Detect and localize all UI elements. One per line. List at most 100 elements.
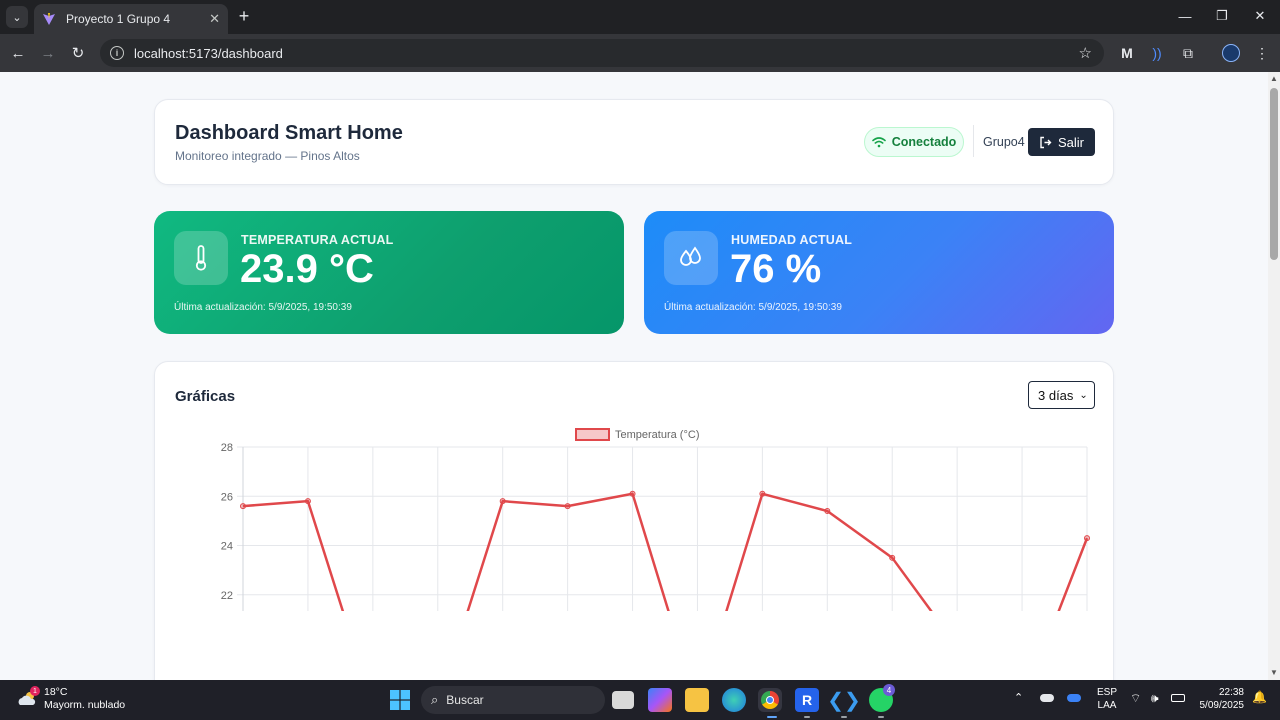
- temperature-value: 23.9 °C: [240, 247, 374, 291]
- vite-favicon-icon: [43, 13, 55, 25]
- scrollbar-thumb[interactable]: [1270, 88, 1278, 260]
- chart-data-point: [824, 508, 831, 515]
- chart-ytick-label: 24: [221, 541, 233, 553]
- chrome-active-indicator: [767, 716, 777, 718]
- onedrive-cloud-icon[interactable]: [1040, 694, 1054, 702]
- edge-browser-icon[interactable]: [722, 688, 746, 712]
- clock-time: 22:38: [1218, 687, 1244, 698]
- address-bar[interactable]: i localhost:5173/dashboard ☆: [100, 39, 1104, 67]
- battery-icon[interactable]: [1171, 694, 1185, 702]
- taskbar-search[interactable]: ⌕ Buscar: [421, 686, 605, 714]
- weather-widget[interactable]: 1 18°C Mayorm. nublado: [16, 686, 125, 712]
- maximize-button[interactable]: ❐: [1204, 4, 1240, 28]
- connection-status-badge: Conectado: [864, 127, 964, 157]
- site-info-icon[interactable]: i: [110, 46, 124, 60]
- wifi-tray-icon[interactable]: ⌔: [1130, 692, 1141, 705]
- chart-ytick-label: 22: [221, 590, 233, 602]
- task-view-icon[interactable]: [612, 691, 634, 709]
- copilot-icon[interactable]: [648, 688, 672, 712]
- url-text: localhost:5173/dashboard: [134, 45, 283, 61]
- clock[interactable]: 22:38 5/09/2025: [1198, 686, 1245, 712]
- tray-overflow-icon[interactable]: ⌃: [1014, 692, 1023, 705]
- extensions-puzzle-icon[interactable]: ⧉: [1178, 43, 1198, 63]
- temperature-updated: Última actualización: 5/9/2025, 19:50:39: [174, 302, 352, 313]
- header-card: Dashboard Smart Home Monitoreo integrado…: [154, 99, 1114, 185]
- droplets-icon: [664, 231, 718, 285]
- bookmark-star-icon[interactable]: ☆: [1079, 44, 1092, 62]
- humidity-updated: Última actualización: 5/9/2025, 19:50:39: [664, 302, 842, 313]
- wifi-icon: [871, 137, 886, 148]
- weather-badge: 1: [30, 686, 40, 696]
- chart-legend-label: Temperatura (°C): [615, 429, 699, 441]
- connection-status-text: Conectado: [891, 135, 957, 149]
- extension-wave-icon[interactable]: )): [1147, 43, 1167, 63]
- weather-temp: 18°C: [44, 686, 68, 698]
- chart-data-point: [629, 490, 636, 497]
- header-divider: [973, 125, 974, 157]
- whatsapp-icon[interactable]: 4: [869, 684, 895, 712]
- whatsapp-running-indicator: [878, 716, 884, 718]
- humidity-label: HUMEDAD ACTUAL: [731, 233, 853, 247]
- chart-data-point: [889, 554, 896, 561]
- chart-data-point: [499, 498, 506, 505]
- page-title: Dashboard Smart Home: [175, 122, 403, 144]
- vscode-running-indicator: [841, 716, 847, 718]
- forward-button[interactable]: →: [36, 41, 60, 65]
- clock-date: 5/09/2025: [1199, 700, 1245, 711]
- chart-legend-swatch: [575, 428, 610, 441]
- chart-data-point: [304, 498, 311, 505]
- volume-icon[interactable]: 🕪: [1151, 692, 1159, 705]
- extension-m-icon[interactable]: M: [1117, 43, 1137, 63]
- browser-tab[interactable]: Proyecto 1 Grupo 4 ✕: [34, 4, 228, 34]
- windows-taskbar: 1 18°C Mayorm. nublado ⌕ Buscar R ❮❯ 4 ⌃…: [0, 680, 1280, 720]
- page-subtitle: Monitoreo integrado — Pinos Altos: [175, 149, 360, 163]
- logout-icon: [1040, 136, 1052, 148]
- thermometer-icon: [174, 231, 228, 285]
- temperature-card: TEMPERATURA ACTUAL 23.9 °C Última actual…: [154, 211, 624, 334]
- humidity-card: HUMEDAD ACTUAL 76 % Última actualización…: [644, 211, 1114, 334]
- tab-title: Proyecto 1 Grupo 4: [66, 12, 171, 26]
- windows-start-icon[interactable]: [388, 688, 412, 712]
- language-primary: ESP: [1097, 687, 1118, 698]
- weather-desc: Mayorm. nublado: [44, 699, 126, 711]
- user-name: Grupo4: [983, 135, 1025, 149]
- back-button[interactable]: ←: [6, 41, 30, 65]
- search-icon: ⌕: [431, 692, 439, 707]
- temperature-chart: 2022242628Temperatura (°C): [221, 428, 1090, 611]
- file-explorer-icon[interactable]: [685, 688, 709, 712]
- close-window-button[interactable]: ✕: [1242, 4, 1278, 28]
- language-indicator[interactable]: ESP LAA: [1097, 686, 1117, 712]
- reload-button[interactable]: ↻: [66, 41, 90, 65]
- whatsapp-badge: 4: [883, 684, 895, 696]
- tab-close-icon[interactable]: ✕: [209, 11, 220, 27]
- browser-tabbar: ⌄ Proyecto 1 Grupo 4 ✕ + — ❐ ✕: [0, 0, 1280, 34]
- logout-button[interactable]: Salir: [1028, 128, 1095, 156]
- minimize-button[interactable]: —: [1167, 4, 1203, 28]
- rider-running-indicator: [804, 716, 810, 718]
- language-secondary: LAA: [1097, 700, 1117, 711]
- scroll-up-arrow[interactable]: ▲: [1270, 75, 1278, 83]
- page-scrollbar[interactable]: ▲ ▼: [1268, 72, 1280, 680]
- notifications-icon[interactable]: 🔔: [1252, 691, 1267, 704]
- new-tab-button[interactable]: +: [234, 6, 254, 26]
- temperature-label: TEMPERATURA ACTUAL: [241, 233, 394, 247]
- scroll-down-arrow[interactable]: ▼: [1270, 669, 1278, 677]
- chart-data-point: [1084, 535, 1090, 542]
- onedrive-business-icon[interactable]: [1067, 694, 1081, 702]
- chrome-browser-icon[interactable]: [758, 688, 782, 712]
- taskbar-search-label: Buscar: [446, 693, 484, 707]
- browser-toolbar: ← → ↻ i localhost:5173/dashboard ☆ M )) …: [0, 34, 1280, 72]
- chart-data-point: [564, 503, 571, 510]
- vscode-icon[interactable]: ❮❯: [827, 688, 861, 712]
- logout-label: Salir: [1057, 134, 1084, 150]
- browser-menu-icon[interactable]: ⋮: [1252, 43, 1272, 63]
- chart-data-point: [759, 490, 766, 497]
- chart-ytick-label: 28: [221, 442, 233, 454]
- tab-list-button[interactable]: ⌄: [6, 6, 28, 28]
- cloud-icon: 1: [16, 686, 40, 708]
- chart-series-line: [242, 492, 1089, 611]
- chart-data-point: [240, 503, 246, 510]
- rider-app-icon[interactable]: R: [795, 688, 819, 712]
- profile-avatar-icon[interactable]: [1221, 43, 1241, 63]
- chart-ytick-label: 26: [221, 491, 233, 503]
